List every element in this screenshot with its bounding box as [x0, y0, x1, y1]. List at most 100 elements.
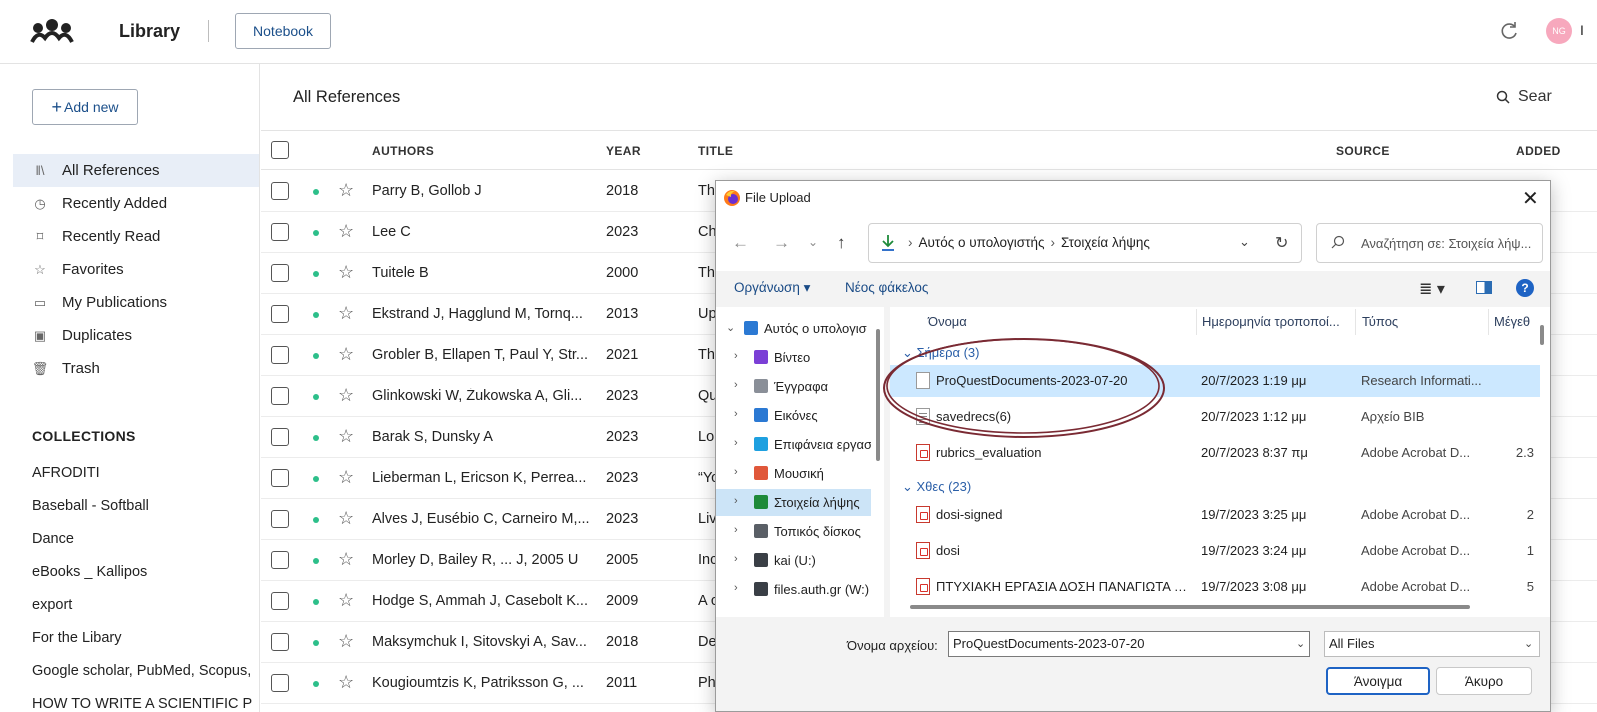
favorite-star-icon[interactable]: ☆ [338, 631, 354, 652]
file-row[interactable]: dosi 19/7/2023 3:24 μμ Adobe Acrobat D... 1 [890, 535, 1540, 567]
filename-input[interactable]: ProQuestDocuments-2023-07-20 [948, 631, 1310, 657]
favorite-star-icon[interactable]: ☆ [338, 262, 354, 283]
column-divider[interactable] [1355, 309, 1356, 335]
favorite-star-icon[interactable]: ☆ [338, 672, 354, 693]
row-checkbox[interactable] [271, 674, 289, 692]
chevron-icon[interactable]: ⌄ [726, 321, 735, 334]
horizontal-scrollbar[interactable] [910, 605, 1470, 609]
collection-item[interactable]: Google scholar, PubMed, Scopus, [13, 654, 259, 687]
recent-locations-icon[interactable]: ⌄ [808, 235, 818, 249]
row-checkbox[interactable] [271, 387, 289, 405]
row-checkbox[interactable] [271, 551, 289, 569]
column-divider[interactable] [1196, 309, 1197, 335]
row-checkbox[interactable] [271, 428, 289, 446]
column-header-size[interactable]: Μέγεθ [1494, 314, 1530, 329]
cancel-button[interactable]: Άκυρο [1436, 667, 1532, 695]
file-group-header[interactable]: ⌄ Σήμερα (3) [902, 345, 979, 361]
row-checkbox[interactable] [271, 592, 289, 610]
favorite-star-icon[interactable]: ☆ [338, 385, 354, 406]
chevron-icon[interactable]: › [734, 495, 738, 507]
column-header-name[interactable]: Όνομα [928, 314, 967, 329]
organize-menu-button[interactable]: Οργάνωση ▾ [734, 280, 810, 296]
column-header-type[interactable]: Τύπος [1362, 314, 1398, 329]
refresh-icon[interactable] [1498, 20, 1520, 42]
open-button[interactable]: Άνοιγμα [1326, 667, 1430, 695]
address-bar[interactable]: › Αυτός ο υπολογιστής › Στοιχεία λήψης ⌄ ↻ [868, 223, 1302, 263]
favorite-star-icon[interactable]: ☆ [338, 180, 354, 201]
collection-item[interactable]: eBooks _ Kallipos [13, 555, 259, 588]
chevron-icon[interactable]: › [734, 350, 738, 362]
row-checkbox[interactable] [271, 346, 289, 364]
refresh-icon[interactable]: ↻ [1275, 233, 1288, 253]
row-checkbox[interactable] [271, 469, 289, 487]
collection-item[interactable]: AFRODITI [13, 456, 259, 489]
file-row[interactable]: ProQuestDocuments-2023-07-20 20/7/2023 1:… [890, 365, 1540, 397]
row-checkbox[interactable] [271, 305, 289, 323]
file-type-select[interactable]: All Files [1324, 631, 1540, 657]
chevron-down-icon[interactable]: ⌄ [902, 345, 917, 360]
chevron-icon[interactable]: › [734, 553, 738, 565]
column-header-date[interactable]: Ημερομηνία τροποποί... [1202, 314, 1340, 329]
collection-item[interactable]: For the Libary [13, 621, 259, 654]
user-avatar[interactable]: NG [1546, 18, 1572, 44]
column-header-added[interactable]: ADDED [1516, 144, 1561, 158]
tree-item[interactable]: › Τοπικός δίσκος [716, 518, 871, 545]
tree-item[interactable]: › Εικόνες [716, 402, 871, 429]
chevron-icon[interactable]: › [734, 524, 738, 536]
row-checkbox[interactable] [271, 223, 289, 241]
close-icon[interactable]: ✕ [1522, 186, 1539, 211]
help-icon[interactable]: ? [1516, 279, 1534, 297]
favorite-star-icon[interactable]: ☆ [338, 221, 354, 242]
column-header-year[interactable]: YEAR [606, 144, 641, 158]
sidebar-item-recently-read[interactable]: ⌑ Recently Read [13, 220, 259, 253]
view-options-icon[interactable]: ≣ ▾ [1419, 279, 1445, 299]
tree-item[interactable]: › Έγγραφα [716, 373, 871, 400]
tree-item[interactable]: › kai (U:) [716, 547, 871, 574]
tree-item[interactable]: › Επιφάνεια εργασ [716, 431, 871, 458]
chevron-down-icon[interactable]: ⌄ [1296, 637, 1305, 650]
favorite-star-icon[interactable]: ☆ [338, 426, 354, 447]
row-checkbox[interactable] [271, 264, 289, 282]
file-row[interactable]: rubrics_evaluation 20/7/2023 8:37 πμ Adobe… [890, 437, 1540, 469]
column-header-source[interactable]: SOURCE [1336, 144, 1390, 158]
column-header-title[interactable]: TITLE [698, 144, 733, 158]
mendeley-logo-icon[interactable] [30, 18, 74, 46]
add-new-button[interactable]: + Add new [32, 89, 138, 125]
sidebar-item-duplicates[interactable]: ▣ Duplicates [13, 319, 259, 352]
new-folder-button[interactable]: Νέος φάκελος [845, 280, 928, 295]
sidebar-item-trash[interactable]: 🗑 Trash [13, 352, 259, 385]
collection-item[interactable]: export [13, 588, 259, 621]
back-arrow-icon[interactable]: ← [732, 233, 749, 253]
vertical-scrollbar[interactable] [1540, 325, 1544, 345]
collection-item[interactable]: Dance [13, 522, 259, 555]
tree-item[interactable]: › files.auth.gr (W:) [716, 576, 871, 603]
favorite-star-icon[interactable]: ☆ [338, 590, 354, 611]
file-group-header[interactable]: ⌄ Χθες (23) [902, 479, 971, 495]
preview-pane-icon[interactable] [1476, 281, 1492, 294]
tree-item[interactable]: ⌄ Αυτός ο υπολογισ [716, 315, 871, 342]
forward-arrow-icon[interactable]: → [773, 233, 790, 253]
tree-scrollbar[interactable] [876, 329, 880, 461]
chevron-down-icon[interactable]: ⌄ [1524, 637, 1533, 650]
column-divider[interactable] [1488, 309, 1489, 335]
breadcrumb-item[interactable]: Στοιχεία λήψης [1061, 235, 1150, 250]
search-button[interactable]: Sear [1496, 88, 1552, 106]
tree-item[interactable]: › Βίντεο [716, 344, 871, 371]
folder-search-input[interactable]: Αναζήτηση σε: Στοιχεία λήψ... [1316, 223, 1543, 263]
favorite-star-icon[interactable]: ☆ [338, 344, 354, 365]
row-checkbox[interactable] [271, 633, 289, 651]
chevron-down-icon[interactable]: ⌄ [902, 479, 917, 494]
select-all-checkbox[interactable] [271, 141, 289, 159]
chevron-down-icon[interactable]: ⌄ [1239, 234, 1250, 250]
collection-item[interactable]: Baseball - Softball [13, 489, 259, 522]
chevron-icon[interactable]: › [734, 582, 738, 594]
favorite-star-icon[interactable]: ☆ [338, 303, 354, 324]
favorite-star-icon[interactable]: ☆ [338, 549, 354, 570]
breadcrumb-item[interactable]: Αυτός ο υπολογιστής [919, 235, 1045, 250]
favorite-star-icon[interactable]: ☆ [338, 467, 354, 488]
column-header-authors[interactable]: AUTHORS [372, 144, 434, 158]
chevron-icon[interactable]: › [734, 437, 738, 449]
chevron-icon[interactable]: › [734, 379, 738, 391]
up-arrow-icon[interactable]: ↑ [837, 233, 846, 253]
chevron-icon[interactable]: › [734, 408, 738, 420]
